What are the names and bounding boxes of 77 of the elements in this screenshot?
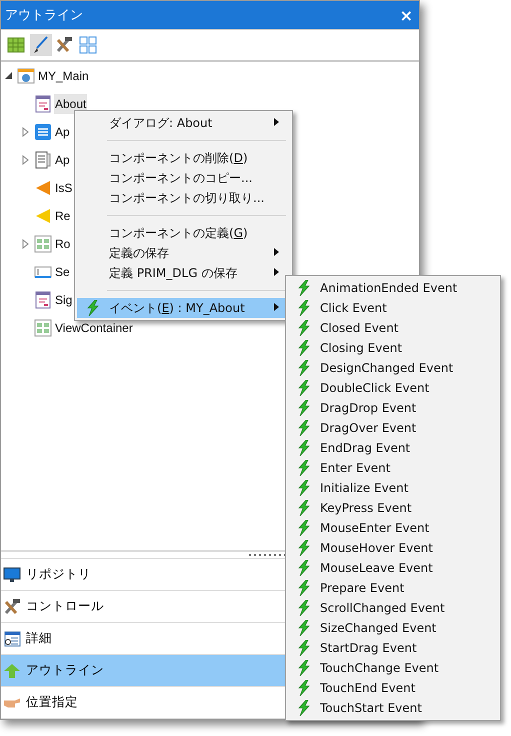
- menu-item[interactable]: コンポーネントのコピー...: [77, 168, 290, 188]
- menu-item[interactable]: コンポーネントの定義(G): [77, 223, 290, 243]
- tree-item[interactable]: About: [54, 94, 88, 114]
- lightning-icon: [297, 700, 311, 716]
- arrow-icon: [3, 662, 21, 680]
- menu-item[interactable]: 定義の保存: [77, 243, 290, 263]
- lightning-icon: [297, 380, 311, 396]
- lightning-icon: [297, 680, 311, 696]
- menu-item[interactable]: コンポーネントの削除(D): [77, 148, 290, 168]
- details-icon: [3, 630, 21, 648]
- lightning-icon: [297, 620, 311, 636]
- expand-arrow-icon[interactable]: [21, 127, 31, 137]
- tree-item[interactable]: Ap: [54, 150, 71, 170]
- menu-item[interactable]: ダイアログ: About: [77, 113, 290, 133]
- close-button[interactable]: ×: [400, 6, 413, 24]
- tree-item[interactable]: ViewContainer: [54, 318, 134, 338]
- lightning-icon: [297, 540, 311, 556]
- lightning-icon: [297, 400, 311, 416]
- tools-icon: [55, 36, 73, 54]
- tree-item[interactable]: Se: [54, 262, 71, 282]
- menu-item[interactable]: DoubleClick Event: [288, 378, 498, 398]
- triangle-icon: [34, 207, 52, 225]
- lightning-icon: [297, 460, 311, 476]
- lightning-icon: [297, 280, 311, 296]
- lightning-icon: [297, 340, 311, 356]
- lightning-icon: [297, 500, 311, 516]
- tree-item[interactable]: Ro: [54, 234, 72, 254]
- tree-item[interactable]: Re: [54, 206, 72, 226]
- tree-item[interactable]: Ap: [54, 122, 71, 142]
- document-icon: [34, 151, 52, 169]
- tools-icon: [3, 598, 21, 616]
- lightning-icon: [297, 660, 311, 676]
- layout-icon: [79, 36, 97, 54]
- menu-item[interactable]: EndDrag Event: [288, 438, 498, 458]
- tree-item[interactable]: IsS: [54, 178, 74, 198]
- lightning-icon: [297, 560, 311, 576]
- window-title: アウトライン: [5, 7, 83, 24]
- lightning-icon: [297, 320, 311, 336]
- collapse-arrow-icon[interactable]: [4, 71, 14, 81]
- lightning-icon: [297, 580, 311, 596]
- menu-item[interactable]: AnimationEnded Event: [288, 278, 498, 298]
- grid-icon: [7, 36, 25, 54]
- brush-button[interactable]: [30, 34, 52, 56]
- lightning-icon: [297, 440, 311, 456]
- tree-item[interactable]: Sig: [54, 290, 74, 310]
- lightning-icon: [297, 420, 311, 436]
- app-icon: [17, 67, 35, 85]
- menu-item[interactable]: コンポーネントの切り取り...: [77, 188, 290, 208]
- menu-item[interactable]: MouseHover Event: [288, 538, 498, 558]
- list-icon: [34, 123, 52, 141]
- lightning-icon: [297, 640, 311, 656]
- triangle-icon: [34, 179, 52, 197]
- menu-item[interactable]: DragOver Event: [288, 418, 498, 438]
- menu-item[interactable]: Click Event: [288, 298, 498, 318]
- menu-item[interactable]: Initialize Event: [288, 478, 498, 498]
- menu-item[interactable]: KeyPress Event: [288, 498, 498, 518]
- menu-item[interactable]: DesignChanged Event: [288, 358, 498, 378]
- expand-arrow-icon[interactable]: [21, 155, 31, 165]
- form-icon: [34, 291, 52, 309]
- view-icon: [34, 235, 52, 253]
- menu-item[interactable]: 定義 PRIM_DLG の保存: [77, 263, 290, 283]
- menu-item[interactable]: Closing Event: [288, 338, 498, 358]
- view-icon: [34, 319, 52, 337]
- menu-item[interactable]: Closed Event: [288, 318, 498, 338]
- tree-item[interactable]: MY_Main: [37, 66, 90, 86]
- expand-arrow-icon[interactable]: [21, 239, 31, 249]
- menu-item[interactable]: Enter Event: [288, 458, 498, 478]
- lightning-icon: [297, 360, 311, 376]
- lightning-icon: [297, 300, 311, 316]
- lightning-icon: [297, 600, 311, 616]
- lightning-icon: [297, 480, 311, 496]
- menu-item[interactable]: DragDrop Event: [288, 398, 498, 418]
- menu-item[interactable]: MouseEnter Event: [288, 518, 498, 538]
- monitor-icon: [3, 566, 21, 584]
- lightning-icon: [297, 520, 311, 536]
- brush-icon: [31, 36, 49, 54]
- form-icon: [34, 95, 52, 113]
